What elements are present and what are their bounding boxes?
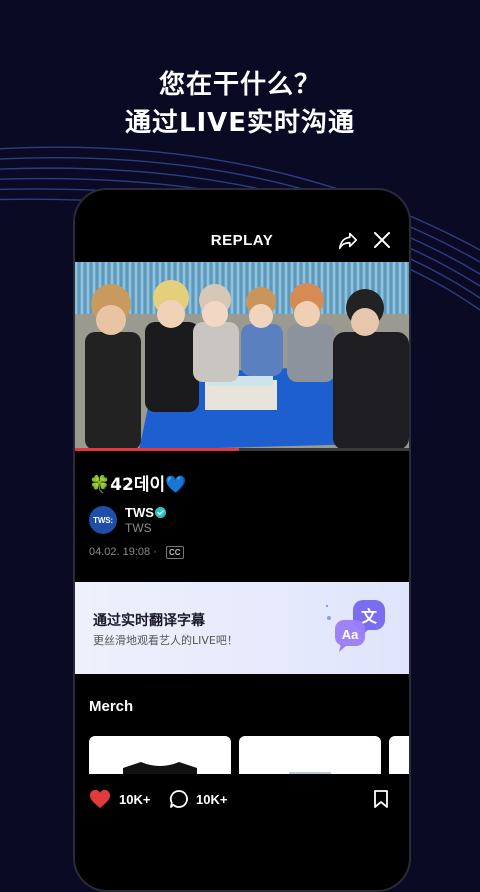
banner-subtitle: 更丝滑地观看艺人的LIVE吧！	[93, 634, 238, 647]
player-header: REPLAY	[75, 190, 409, 262]
translate-icon: 文 Aa	[325, 600, 385, 652]
headline: 您在干什么？ 通过LIVE实时沟通	[0, 66, 480, 142]
artist-handle: TWS	[125, 521, 152, 535]
merch-title: Merch	[89, 698, 134, 715]
bookmark-icon[interactable]	[373, 789, 389, 809]
svg-text:Aa: Aa	[342, 627, 359, 642]
video-thumbnail	[75, 262, 409, 450]
share-icon[interactable]	[337, 229, 359, 251]
heart-icon[interactable]	[89, 789, 111, 809]
phone-frame: REPLAY 🍀42데이💙 TWS: TWS TWS 04.02. 19:08 …	[73, 188, 411, 892]
banner-title: 通过实时翻译字幕	[93, 613, 205, 629]
artist-name[interactable]: TWS	[125, 505, 154, 520]
headline-line1: 您在干什么？	[158, 70, 321, 100]
artist-avatar[interactable]: TWS:	[89, 506, 117, 534]
post-title: 🍀42데이💙	[89, 475, 187, 495]
headline-line2: 通过LIVE实时沟通	[124, 108, 356, 138]
video-frame[interactable]	[75, 262, 409, 450]
video-progress-fill	[75, 448, 239, 451]
cc-badge: CC	[166, 546, 184, 559]
verified-badge-icon	[155, 507, 166, 518]
close-icon[interactable]	[372, 230, 392, 250]
action-bar: 10K+ 10K+	[75, 774, 409, 834]
video-progress-bar[interactable]	[75, 448, 409, 451]
translate-banner[interactable]: 通过实时翻译字幕 更丝滑地观看艺人的LIVE吧！ 文 Aa	[75, 582, 409, 674]
comment-count: 10K+	[196, 792, 228, 807]
like-count: 10K+	[119, 792, 151, 807]
comment-icon[interactable]	[169, 789, 189, 809]
post-datetime: 04.02. 19:08 ·	[89, 546, 157, 558]
svg-text:文: 文	[361, 607, 378, 626]
